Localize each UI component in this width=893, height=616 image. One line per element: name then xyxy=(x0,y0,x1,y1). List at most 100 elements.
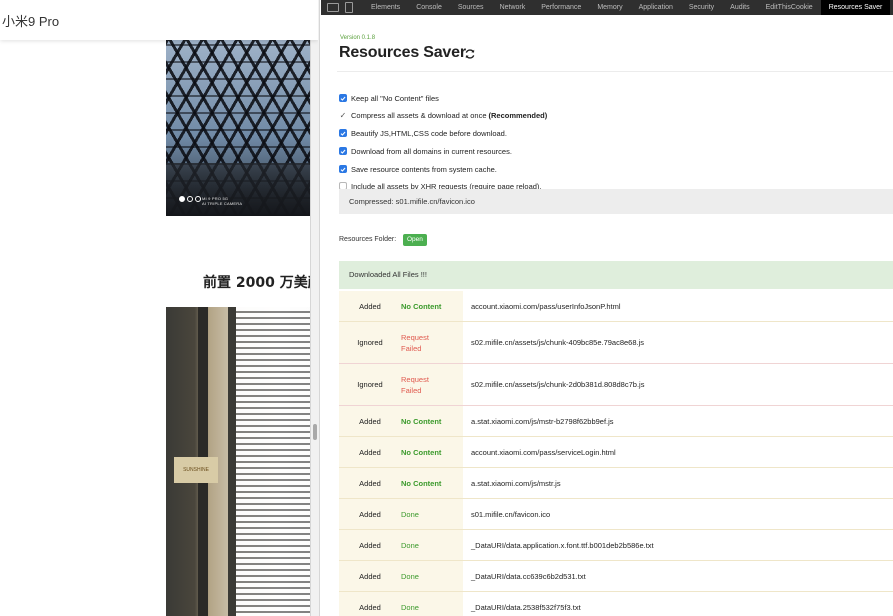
result-status: Added xyxy=(359,571,381,581)
checkbox-checked[interactable] xyxy=(339,147,347,155)
result-row: Added Done s01.mifile.cn/favicon.ico xyxy=(339,499,893,530)
result-url: account.xiaomi.com/pass/serviceLogin.htm… xyxy=(463,437,893,467)
devtools-tab-audits[interactable]: Audits xyxy=(722,0,757,15)
checkbox-checked[interactable] xyxy=(339,129,347,137)
devtools-tab-network[interactable]: Network xyxy=(492,0,534,15)
watermark-line-2: AI TRIPLE CAMERA xyxy=(202,201,243,206)
result-row: Added Done _DataURI/data.application.x.fon… xyxy=(339,530,893,561)
version-label: Version 0.1.8 xyxy=(340,35,376,41)
devtools-tabs: Elements Console Sources Network Performance… xyxy=(363,0,891,15)
result-row: Added Done _DataURI/data.cc639c6b2d531.txt xyxy=(339,561,893,592)
carousel-dot[interactable] xyxy=(187,196,193,202)
result-row: Ignored Request Failed s02.mifile.cn/asset… xyxy=(339,322,893,364)
open-folder-button[interactable]: Open xyxy=(403,234,427,246)
carousel-dots[interactable] xyxy=(179,196,201,202)
result-row: Ignored Request Failed s02.mifile.cn/asset… xyxy=(339,364,893,406)
option-label: Download from all domains in current res… xyxy=(351,146,512,156)
option-row[interactable]: Download from all domains in current res… xyxy=(339,145,512,157)
result-state: No Content xyxy=(401,416,442,426)
devtools-tab-editthiscookie[interactable]: EditThisCookie xyxy=(758,0,821,15)
devtools-resize-divider[interactable] xyxy=(310,0,320,616)
product-photo-window: SUNSHINE xyxy=(166,307,310,616)
devtools-panel: Elements Console Sources Network Performance… xyxy=(321,0,893,616)
option-label: Save resource contents from system cache… xyxy=(351,164,497,174)
result-url: _DataURI/data.cc639c6b2d531.txt xyxy=(463,561,893,591)
result-status: Added xyxy=(359,301,381,311)
result-status: Added xyxy=(359,478,381,488)
devtools-tab-sources[interactable]: Sources xyxy=(450,0,492,15)
result-state: Done xyxy=(401,602,419,612)
photo-window-frame xyxy=(228,307,236,616)
devtools-tab-resources-saver[interactable]: Resources Saver xyxy=(820,0,891,15)
carousel-dot[interactable] xyxy=(195,196,201,202)
result-status: Added xyxy=(359,602,381,612)
result-row: Added No Content account.xiaomi.com/pass/u… xyxy=(339,291,893,322)
devtools-tab-security[interactable]: Security xyxy=(681,0,722,15)
devtools-tab-performance[interactable]: Performance xyxy=(533,0,589,15)
check-icon xyxy=(340,131,346,136)
option-label: Compress all assets & download at once xyxy=(351,110,487,120)
result-state: Request Failed xyxy=(401,374,429,395)
devtools-tab-console[interactable]: Console xyxy=(408,0,450,15)
option-label: Keep all "No Content" files xyxy=(351,93,439,103)
option-row[interactable]: ✓ Compress all assets & download at once(… xyxy=(339,109,548,121)
check-icon xyxy=(340,149,346,154)
photo-floor-shade xyxy=(166,163,310,216)
photo-watermark: MI 9 PRO 5G AI TRIPLE CAMERA xyxy=(202,196,242,206)
option-row[interactable]: Save resource contents from system cache… xyxy=(339,163,497,175)
downloaded-banner: Downloaded All Files !!! xyxy=(339,261,893,289)
result-state: Done xyxy=(401,509,419,519)
option-label: Beautify JS,HTML,CSS code before downloa… xyxy=(351,128,507,138)
section-heading: 前置 2000 万美颜 xyxy=(203,275,318,291)
option-row[interactable]: Keep all "No Content" files xyxy=(339,92,439,104)
devtools-tab-application[interactable]: Application xyxy=(631,0,681,15)
inspect-element-icon[interactable] xyxy=(327,3,339,12)
carousel-dot-active[interactable] xyxy=(179,196,185,202)
device-toolbar-icon[interactable] xyxy=(345,2,353,13)
result-state: Done xyxy=(401,571,419,581)
result-status: Added xyxy=(359,509,381,519)
checkbox-checked[interactable] xyxy=(339,94,347,102)
result-row: Added No Content a.stat.xiaomi.com/js/mstr… xyxy=(339,406,893,437)
devtools-tab-elements[interactable]: Elements xyxy=(363,0,408,15)
result-row: Added No Content account.xiaomi.com/pass/s… xyxy=(339,437,893,468)
extension-title: Resources Saver xyxy=(339,44,466,61)
resize-handle[interactable] xyxy=(313,424,317,440)
devtools-tab-memory[interactable]: Memory xyxy=(589,0,630,15)
result-status: Added xyxy=(359,416,381,426)
result-status: Added xyxy=(359,447,381,457)
result-status: Added xyxy=(359,540,381,550)
resources-folder-label: Resources Folder: xyxy=(339,236,397,243)
option-row[interactable]: Beautify JS,HTML,CSS code before downloa… xyxy=(339,127,507,139)
option-emphasis: (Recommended) xyxy=(488,110,548,120)
web-page-viewport: 小米9 Pro MI 9 PRO 5G AI TRIPLE CAMERA 前置 … xyxy=(0,0,318,616)
title-divider xyxy=(337,71,893,72)
result-url: _DataURI/data.2538f532f75f3.txt xyxy=(463,592,893,616)
result-url: account.xiaomi.com/pass/userInfoJsonP.ht… xyxy=(463,291,893,321)
compressed-status-bar: Compressed: s01.mifile.cn/favicon.ico xyxy=(339,189,893,214)
result-url: a.stat.xiaomi.com/js/mstr-b2798f62bb9ef.… xyxy=(463,406,893,436)
checkbox-checked[interactable] xyxy=(339,165,347,173)
result-state: No Content xyxy=(401,301,442,311)
resources-saver-panel: Version 0.1.8 Resources Saver Keep all "… xyxy=(321,15,893,616)
product-photo-ceiling: MI 9 PRO 5G AI TRIPLE CAMERA xyxy=(166,40,310,216)
result-url: a.stat.xiaomi.com/js/mstr.js xyxy=(463,468,893,498)
check-icon xyxy=(340,167,346,172)
result-status: Ignored xyxy=(357,338,383,347)
results-table: Added No Content account.xiaomi.com/pass/u… xyxy=(339,291,893,616)
refresh-icon[interactable] xyxy=(464,48,476,60)
result-url: s01.mifile.cn/favicon.ico xyxy=(463,499,893,529)
result-state: Done xyxy=(401,540,419,550)
result-row: Added Done _DataURI/data.2538f532f75f3.txt xyxy=(339,592,893,616)
result-state: Request Failed xyxy=(401,332,429,353)
result-row: Added No Content a.stat.xiaomi.com/js/mstr… xyxy=(339,468,893,499)
result-url: s02.mifile.cn/assets/js/chunk-2d0b381d.8… xyxy=(463,364,893,405)
result-url: s02.mifile.cn/assets/js/chunk-409bc85e.7… xyxy=(463,322,893,363)
site-title[interactable]: 小米9 Pro xyxy=(2,11,59,30)
result-status: Ignored xyxy=(357,380,383,389)
result-state: No Content xyxy=(401,478,442,488)
result-state: No Content xyxy=(401,447,442,457)
result-url: _DataURI/data.application.x.font.ttf.b00… xyxy=(463,530,893,560)
photo-shop-sign: SUNSHINE xyxy=(174,457,218,483)
checkmark-icon[interactable]: ✓ xyxy=(339,111,347,120)
